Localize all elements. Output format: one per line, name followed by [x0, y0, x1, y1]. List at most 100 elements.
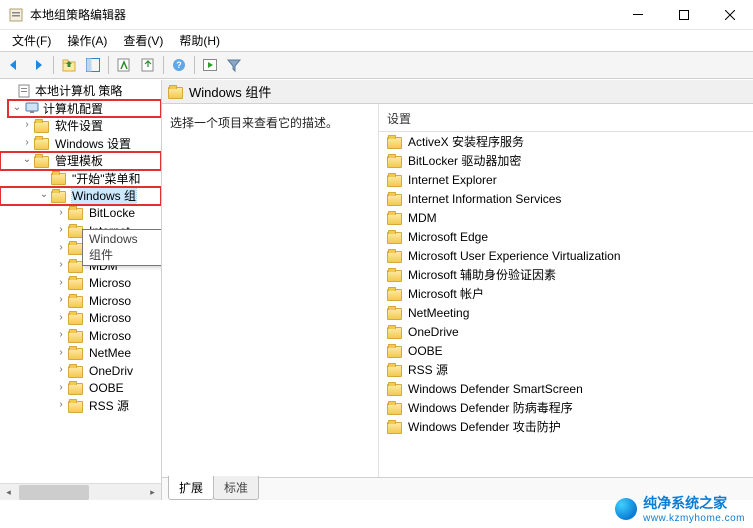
list-item[interactable]: Microsoft User Experience Virtualization	[379, 246, 753, 265]
folder-icon	[68, 331, 83, 343]
folder-icon	[168, 87, 183, 99]
details-pane: Windows 组件 选择一个项目来查看它的描述。 设置 ActiveX 安装程…	[162, 80, 753, 500]
folder-icon	[51, 191, 66, 203]
folder-icon	[387, 327, 402, 339]
list-item[interactable]: NetMeeting	[379, 303, 753, 322]
tab-standard[interactable]: 标准	[213, 476, 259, 500]
list-item[interactable]: Internet Information Services	[379, 189, 753, 208]
list-item[interactable]: MDM	[379, 208, 753, 227]
tree-tooltip: Windows 组件	[82, 229, 162, 266]
list-item-label: RSS 源	[408, 361, 448, 378]
list-item-label: Microsoft Edge	[408, 230, 488, 244]
menu-help[interactable]: 帮助(H)	[171, 30, 228, 51]
tree-item-label: BitLocke	[89, 206, 135, 220]
settings-column-header[interactable]: 设置	[379, 104, 753, 132]
tree-item-label: Microso	[89, 329, 131, 343]
path-title: Windows 组件	[189, 82, 271, 101]
list-item-label: Microsoft 帐户	[408, 285, 484, 302]
tab-extended[interactable]: 扩展	[168, 476, 214, 500]
tree-item[interactable]: ›Microso	[0, 327, 161, 345]
list-item[interactable]: OOBE	[379, 341, 753, 360]
help-button[interactable]: ?	[168, 54, 190, 76]
folder-icon	[68, 366, 83, 378]
settings-list[interactable]: 设置 ActiveX 安装程序服务BitLocker 驱动器加密Internet…	[379, 104, 753, 477]
folder-icon	[387, 213, 402, 225]
folder-icon	[387, 403, 402, 415]
tree-item[interactable]: ›Microso	[0, 292, 161, 310]
menu-view[interactable]: 查看(V)	[115, 30, 171, 51]
app-icon	[8, 7, 24, 23]
tree-item-label: RSS 源	[89, 397, 129, 414]
list-item[interactable]: ActiveX 安装程序服务	[379, 132, 753, 151]
tree-item[interactable]: ›OOBE	[0, 380, 161, 398]
tree-item-label: OOBE	[89, 381, 124, 395]
tree-item-label: Microso	[89, 311, 131, 325]
folder-icon	[387, 422, 402, 434]
list-item-label: MDM	[408, 211, 437, 225]
list-item[interactable]: RSS 源	[379, 360, 753, 379]
folder-icon	[68, 313, 83, 325]
tree-item-label: NetMee	[89, 346, 131, 360]
properties-button[interactable]	[113, 54, 135, 76]
forward-button[interactable]	[27, 54, 49, 76]
list-item-label: Windows Defender 攻击防护	[408, 418, 561, 435]
menu-file[interactable]: 文件(F)	[4, 30, 59, 51]
folder-icon	[68, 261, 83, 273]
titlebar: 本地组策略编辑器	[0, 0, 753, 30]
list-item-label: Microsoft User Experience Virtualization	[408, 249, 621, 263]
tree-start-menu[interactable]: › "开始"菜单和	[0, 170, 161, 188]
scroll-right-icon[interactable]: ▸	[144, 484, 161, 501]
folder-icon	[68, 278, 83, 290]
minimize-button[interactable]	[615, 0, 661, 30]
tree-admin-label: 管理模板	[55, 152, 103, 169]
filter-button[interactable]	[223, 54, 245, 76]
scroll-thumb[interactable]	[19, 485, 89, 500]
folder-icon	[387, 384, 402, 396]
list-item[interactable]: BitLocker 驱动器加密	[379, 151, 753, 170]
list-item[interactable]: Microsoft 辅助身份验证因素	[379, 265, 753, 284]
list-item-label: NetMeeting	[408, 306, 469, 320]
tree-windows-settings[interactable]: › Windows 设置	[0, 135, 161, 153]
toolbar: ?	[0, 52, 753, 79]
list-item[interactable]: Windows Defender 防病毒程序	[379, 398, 753, 417]
tree-admin-templates[interactable]: ⌄ 管理模板	[0, 152, 161, 170]
watermark-url: www.kzmyhome.com	[643, 513, 745, 524]
tree-computer-config-label: 计算机配置	[43, 100, 103, 117]
play-button[interactable]	[199, 54, 221, 76]
export-list-button[interactable]	[137, 54, 159, 76]
tree-root-label: 本地计算机 策略	[35, 82, 122, 99]
list-item[interactable]: OneDrive	[379, 322, 753, 341]
window-title: 本地组策略编辑器	[30, 6, 126, 23]
folder-icon	[387, 232, 402, 244]
tree-item[interactable]: ›RSS 源	[0, 397, 161, 415]
folder-icon	[34, 156, 49, 168]
tree-horizontal-scrollbar[interactable]: ◂ ▸	[0, 483, 161, 500]
tree-item[interactable]: ›Microso	[0, 275, 161, 293]
scroll-left-icon[interactable]: ◂	[0, 484, 17, 501]
list-item[interactable]: Microsoft 帐户	[379, 284, 753, 303]
folder-icon	[68, 208, 83, 220]
back-button[interactable]	[3, 54, 25, 76]
tree-item[interactable]: ›OneDriv	[0, 362, 161, 380]
list-item[interactable]: Windows Defender SmartScreen	[379, 379, 753, 398]
show-hide-tree-button[interactable]	[82, 54, 104, 76]
list-item-label: BitLocker 驱动器加密	[408, 152, 521, 169]
tree-software-settings[interactable]: › 软件设置	[0, 117, 161, 135]
folder-icon	[387, 251, 402, 263]
close-button[interactable]	[707, 0, 753, 30]
tree-windows-components[interactable]: ⌄ Windows 组	[0, 187, 161, 205]
menu-action[interactable]: 操作(A)	[59, 30, 115, 51]
content-area: ▸ 本地计算机 策略 ⌄ 计算机配置 › 软件设置 › Windows 设置 ⌄…	[0, 79, 753, 500]
tree-item[interactable]: ›BitLocke	[0, 205, 161, 223]
folder-icon	[387, 365, 402, 377]
tree-root[interactable]: ▸ 本地计算机 策略	[0, 82, 161, 100]
folder-icon	[387, 270, 402, 282]
tree-item[interactable]: ›NetMee	[0, 345, 161, 363]
list-item[interactable]: Internet Explorer	[379, 170, 753, 189]
list-item[interactable]: Microsoft Edge	[379, 227, 753, 246]
tree-computer-config[interactable]: ⌄ 计算机配置	[8, 100, 161, 118]
list-item[interactable]: Windows Defender 攻击防护	[379, 417, 753, 436]
maximize-button[interactable]	[661, 0, 707, 30]
tree-item[interactable]: ›Microso	[0, 310, 161, 328]
up-button[interactable]	[58, 54, 80, 76]
